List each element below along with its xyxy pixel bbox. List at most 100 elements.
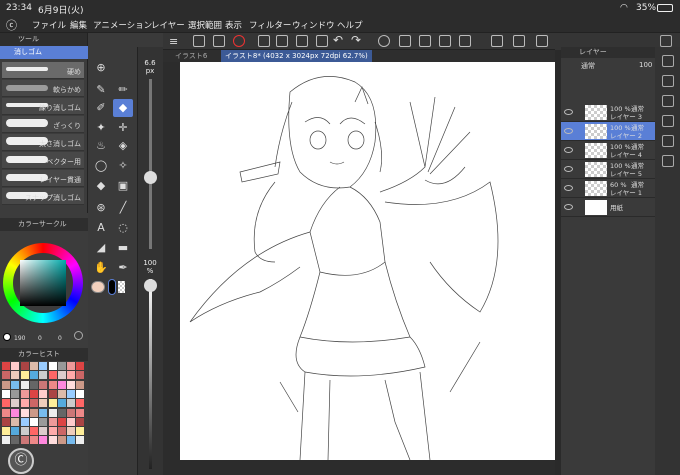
layer-row[interactable]: 100 % 通常 レイヤー 3 xyxy=(561,103,655,122)
cloud-icon[interactable] xyxy=(296,35,308,47)
drop-icon[interactable]: ◈ xyxy=(113,137,133,155)
color-swatch[interactable] xyxy=(20,417,29,426)
undo-icon[interactable]: ↶ xyxy=(333,33,345,47)
search-icon[interactable] xyxy=(662,155,674,167)
color-swatch[interactable] xyxy=(76,427,85,436)
figure-icon[interactable]: ⊛ xyxy=(91,199,111,217)
menu-window[interactable]: ウィンドウ xyxy=(292,19,335,31)
color-swatch[interactable] xyxy=(57,380,66,389)
layer-row[interactable]: 用紙 xyxy=(561,198,655,217)
main-color-swatch[interactable] xyxy=(3,333,11,341)
color-swatch[interactable] xyxy=(29,408,38,417)
brush-icon[interactable]: ✐ xyxy=(91,99,111,117)
blend-icon[interactable]: ✦ xyxy=(91,119,111,137)
color-swatch[interactable] xyxy=(29,380,38,389)
color-swatch[interactable] xyxy=(39,399,48,408)
subtool-group-eraser[interactable]: 消しゴム xyxy=(0,46,88,59)
ruler-icon[interactable]: ▬ xyxy=(113,239,133,257)
color-swatch[interactable] xyxy=(48,408,57,417)
color-swatch[interactable] xyxy=(67,399,76,408)
foreground-color-swatch[interactable] xyxy=(91,281,105,293)
color-swatch[interactable] xyxy=(39,380,48,389)
frame-icon[interactable]: ◢ xyxy=(91,239,111,257)
menu-edit[interactable]: 編集 xyxy=(70,19,87,31)
color-swatch[interactable] xyxy=(57,362,66,370)
settings-icon[interactable] xyxy=(536,35,548,47)
color-swatch[interactable] xyxy=(39,417,48,426)
app-logo-icon[interactable]: ⓒ xyxy=(6,17,17,33)
line-icon[interactable]: ╱ xyxy=(113,199,133,217)
color-swatch[interactable] xyxy=(2,389,10,398)
brush-item[interactable]: スナップ消しゴム xyxy=(2,188,84,205)
layer-row[interactable]: 60 % 通常 レイヤー 1 xyxy=(561,179,655,198)
color-mode-icon[interactable] xyxy=(74,331,83,340)
color-swatch[interactable] xyxy=(76,389,85,398)
color-swatch[interactable] xyxy=(57,371,66,380)
hand-icon[interactable]: ✋ xyxy=(91,259,111,277)
tab-illust6[interactable]: イラスト6 xyxy=(171,50,211,62)
color-swatch[interactable] xyxy=(2,417,10,426)
color-swatch[interactable] xyxy=(48,389,57,398)
fill-icon[interactable] xyxy=(399,35,411,47)
color-swatch[interactable] xyxy=(48,362,57,370)
color-swatch[interactable] xyxy=(76,417,85,426)
record-icon[interactable] xyxy=(233,35,245,47)
color-swatch[interactable] xyxy=(11,427,20,436)
color-swatch[interactable] xyxy=(11,408,20,417)
transparent-color-swatch[interactable] xyxy=(118,281,125,293)
history-icon[interactable] xyxy=(662,135,674,147)
color-swatch[interactable] xyxy=(67,408,76,417)
layer-row[interactable]: 100 % 通常 レイヤー 4 xyxy=(561,141,655,160)
magic-wand-icon[interactable]: ✧ xyxy=(113,157,133,175)
color-swatch[interactable] xyxy=(67,417,76,426)
airbrush-icon[interactable]: ♨ xyxy=(91,137,111,155)
color-swatch[interactable] xyxy=(39,436,48,445)
eye-icon[interactable] xyxy=(564,109,573,115)
menu-filter[interactable]: フィルター xyxy=(249,19,291,31)
redo-icon[interactable]: ↷ xyxy=(351,33,363,47)
color-swatch[interactable] xyxy=(11,362,20,370)
eye-icon[interactable] xyxy=(564,185,573,191)
menu-file[interactable]: ファイル xyxy=(32,19,66,31)
color-swatch[interactable] xyxy=(20,399,29,408)
zoom-icon[interactable]: ⊕ xyxy=(91,59,111,77)
color-swatch[interactable] xyxy=(2,362,10,370)
gradient-icon[interactable]: ▣ xyxy=(113,177,133,195)
pencil-icon[interactable]: ✏ xyxy=(113,81,133,99)
color-swatch[interactable] xyxy=(20,362,29,370)
color-swatch[interactable] xyxy=(67,389,76,398)
color-swatch[interactable] xyxy=(76,371,85,380)
pen-icon[interactable]: ✎ xyxy=(91,81,111,99)
eraser-icon[interactable]: ◆ xyxy=(113,99,133,117)
brush-item[interactable]: 練り消しゴム xyxy=(2,98,84,115)
color-swatch[interactable] xyxy=(48,427,57,436)
brush-item[interactable]: 太さ消しゴム xyxy=(2,134,84,151)
color-swatch[interactable] xyxy=(20,389,29,398)
brush-item[interactable]: 硬め xyxy=(2,62,84,79)
brush-item[interactable]: ベクター用 xyxy=(2,152,84,169)
color-swatch[interactable] xyxy=(57,436,66,445)
flip-icon[interactable] xyxy=(439,35,451,47)
layer-row[interactable]: 100 % 通常 レイヤー 5 xyxy=(561,160,655,179)
menu-selection[interactable]: 選択範囲 xyxy=(188,19,222,31)
save-icon[interactable] xyxy=(276,35,288,47)
color-swatch[interactable] xyxy=(20,427,29,436)
saturation-square[interactable] xyxy=(20,260,66,306)
spinner-icon[interactable] xyxy=(378,35,390,47)
new-canvas-icon[interactable] xyxy=(193,35,205,47)
grid-icon[interactable] xyxy=(459,35,471,47)
property-panel-icon[interactable] xyxy=(662,75,674,87)
move-icon[interactable]: ✛ xyxy=(113,119,133,137)
color-swatch[interactable] xyxy=(67,362,76,370)
companion-icon[interactable] xyxy=(513,35,525,47)
color-swatch[interactable] xyxy=(76,362,85,370)
brush-item[interactable]: 軟らかめ xyxy=(2,80,84,97)
color-swatch[interactable] xyxy=(11,389,20,398)
eye-icon[interactable] xyxy=(564,147,573,153)
layer-row[interactable]: 100 % 通常 レイヤー 2 xyxy=(561,122,655,141)
color-swatch[interactable] xyxy=(20,380,29,389)
color-swatch[interactable] xyxy=(57,427,66,436)
transform-icon[interactable] xyxy=(419,35,431,47)
fill-tool-icon[interactable]: ◆ xyxy=(91,177,111,195)
color-swatch[interactable] xyxy=(2,427,10,436)
